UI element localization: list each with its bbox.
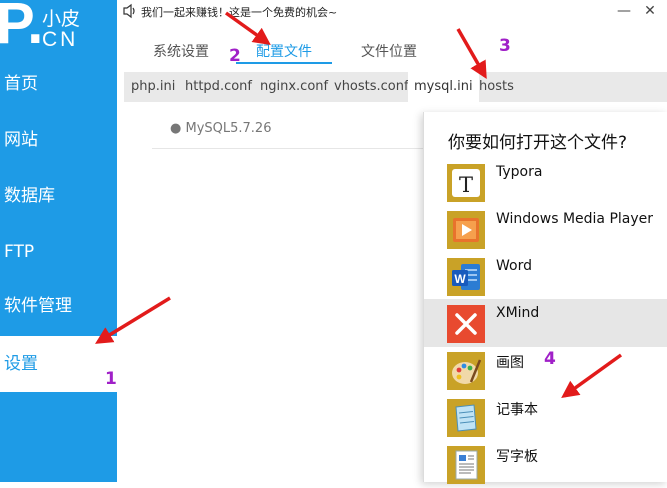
annotation-number-1: 1 <box>105 369 117 389</box>
typora-icon: T <box>447 164 485 202</box>
logo-suffix: CN <box>42 28 79 51</box>
app-name: 画图 <box>496 355 524 371</box>
tab-file-location[interactable]: 文件位置 <box>361 41 417 61</box>
tab-system-settings[interactable]: 系统设置 <box>153 41 209 61</box>
title-bar: 我们一起来赚钱！这是一个免费的机会~ — ✕ <box>117 0 667 26</box>
sidebar-item-software[interactable]: 软件管理 <box>0 278 117 334</box>
app-option-word[interactable]: W Word <box>424 252 667 300</box>
annotation-number-3: 3 <box>499 36 511 56</box>
sidebar-item-ftp[interactable]: FTP <box>0 224 117 280</box>
app-name: Typora <box>496 164 543 180</box>
app-name: Word <box>496 258 532 274</box>
divider <box>152 148 432 149</box>
sidebar-item-website[interactable]: 网站 <box>0 112 117 168</box>
app-option-notepad[interactable]: 记事本 <box>424 393 667 441</box>
app-name: 记事本 <box>496 402 538 418</box>
subtab-httpd-conf[interactable]: httpd.conf <box>179 72 258 102</box>
svg-text:T: T <box>459 173 473 197</box>
subtab-mysql-ini[interactable]: mysql.ini <box>408 72 479 102</box>
subtab-php-ini[interactable]: php.ini <box>125 72 181 102</box>
mysql-version-item[interactable]: ● MySQL5.7.26 <box>170 121 271 136</box>
logo-text: 小皮 <box>42 8 81 30</box>
app-name: 写字板 <box>496 449 538 465</box>
open-with-dialog: 你要如何打开这个文件? T Typora Windows Media Playe… <box>423 112 667 484</box>
app-option-wordpad[interactable]: 写字板 <box>424 440 667 488</box>
app-name: XMind <box>496 305 540 321</box>
announcement-text: 我们一起来赚钱！这是一个免费的机会~ <box>141 6 338 19</box>
subtab-hosts[interactable]: hosts <box>473 72 520 102</box>
close-button[interactable]: ✕ <box>641 2 659 20</box>
sidebar: P. 小皮 CN 首页 网站 数据库 FTP 软件管理 设置 <box>0 0 117 482</box>
xmind-icon <box>447 305 485 343</box>
subtab-nginx-conf[interactable]: nginx.conf <box>254 72 334 102</box>
media-player-icon <box>447 211 485 249</box>
app-option-typora[interactable]: T Typora <box>424 158 667 206</box>
notepad-icon <box>447 399 485 437</box>
svg-text:W: W <box>454 272 466 286</box>
config-file-tabs: php.ini httpd.conf nginx.conf vhosts.con… <box>124 72 667 102</box>
app-option-xmind[interactable]: XMind <box>424 299 667 347</box>
minimize-button[interactable]: — <box>615 2 633 20</box>
logo: P. 小皮 CN <box>0 0 117 58</box>
app-name: Windows Media Player <box>496 211 654 227</box>
tab-config-files[interactable]: 配置文件 <box>256 41 312 61</box>
app-option-media-player[interactable]: Windows Media Player <box>424 205 667 253</box>
sidebar-item-settings[interactable]: 设置 <box>0 336 117 392</box>
sidebar-item-home[interactable]: 首页 <box>0 56 117 112</box>
logo-mark: P. <box>0 0 44 56</box>
wordpad-icon <box>447 446 485 484</box>
dialog-title: 你要如何打开这个文件? <box>448 133 628 153</box>
word-icon: W <box>447 258 485 296</box>
subtab-vhosts-conf[interactable]: vhosts.conf <box>328 72 415 102</box>
paint-icon <box>447 352 485 390</box>
annotation-number-4: 4 <box>544 349 556 369</box>
arrow-hosts <box>456 28 487 80</box>
annotation-number-2: 2 <box>229 46 241 66</box>
sidebar-item-database[interactable]: 数据库 <box>0 168 117 224</box>
active-tab-indicator <box>236 62 332 64</box>
speaker-icon[interactable] <box>123 3 137 19</box>
